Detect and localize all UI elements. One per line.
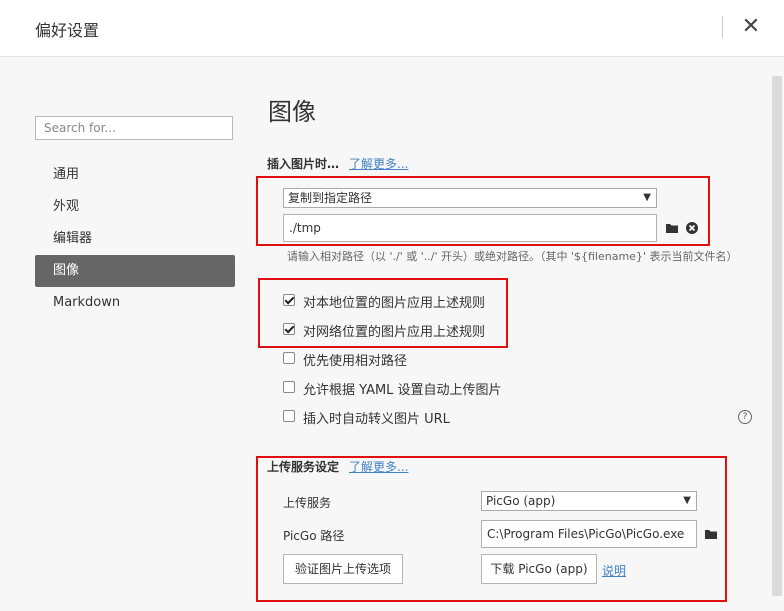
insert-learn-more-link[interactable]: 了解更多... (349, 157, 408, 171)
checkbox-icon[interactable] (283, 381, 295, 393)
checkbox-label: 允许根据 YAML 设置自动上传图片 (303, 383, 502, 398)
scrollbar[interactable] (772, 76, 782, 596)
checkbox-label: 对本地位置的图片应用上述规则 (303, 296, 486, 311)
sidebar-item-editor[interactable]: 编辑器 (35, 223, 235, 255)
sidebar-item-general[interactable]: 通用 (35, 159, 235, 191)
folder-icon[interactable] (665, 221, 679, 235)
insert-section-label: 插入图片时… (267, 157, 340, 171)
download-picgo-button[interactable]: 下载 PicGo (app) (481, 554, 597, 584)
upload-service-select[interactable]: PicGo (app) ▼ (481, 491, 697, 511)
checkbox-label: 插入时自动转义图片 URL (303, 412, 450, 427)
picgo-path-label: PicGo 路径 (283, 529, 345, 543)
upload-service-label: 上传服务 (283, 496, 332, 510)
sidebar-nav: 通用 外观 编辑器 图像 Markdown (35, 159, 235, 319)
checkbox-label: 对网络位置的图片应用上述规则 (303, 325, 486, 340)
search-input[interactable] (35, 116, 233, 140)
sidebar-item-appearance[interactable]: 外观 (35, 191, 235, 223)
clear-icon[interactable] (685, 221, 699, 235)
picgo-path-value: C:\Program Files\PicGo\PicGo.exe (487, 527, 685, 541)
explain-link[interactable]: 说明 (602, 562, 626, 579)
window-title: 偏好设置 (35, 21, 100, 40)
help-icon[interactable]: ? (738, 410, 752, 424)
main-panel: 图像 插入图片时… 了解更多... 复制到指定路径 ▼ ./tmp 请输入相对路径… (267, 0, 767, 611)
checkbox-label: 优先使用相对路径 (303, 354, 408, 369)
dropdown-arrow-icon: ▼ (643, 192, 651, 203)
insert-action-select[interactable]: 复制到指定路径 ▼ (283, 188, 657, 208)
path-hint-text: 请输入相对路径（以 './' 或 '../' 开头）或绝对路径。（其中 '${f… (287, 250, 738, 263)
upload-section-title: 上传服务设定 了解更多... (267, 458, 408, 475)
folder-icon[interactable] (704, 527, 718, 541)
checkbox-icon[interactable] (283, 323, 295, 335)
insert-action-value: 复制到指定路径 (288, 191, 373, 205)
picgo-path-input[interactable]: C:\Program Files\PicGo\PicGo.exe (481, 520, 697, 548)
dropdown-arrow-icon: ▼ (683, 495, 691, 506)
upload-learn-more-link[interactable]: 了解更多... (349, 460, 408, 474)
upload-section-label: 上传服务设定 (267, 460, 340, 474)
sidebar-item-image[interactable]: 图像 (35, 255, 235, 287)
checkbox-icon[interactable] (283, 294, 295, 306)
checkbox-icon[interactable] (283, 410, 295, 422)
image-path-input[interactable]: ./tmp (283, 214, 657, 242)
image-path-value: ./tmp (289, 221, 321, 235)
insert-section-title: 插入图片时… 了解更多... (267, 155, 408, 172)
checkbox-icon[interactable] (283, 352, 295, 364)
verify-upload-button[interactable]: 验证图片上传选项 (283, 554, 403, 584)
page-title: 图像 (268, 98, 316, 126)
sidebar-item-markdown[interactable]: Markdown (35, 287, 235, 319)
upload-service-value: PicGo (app) (486, 494, 556, 508)
